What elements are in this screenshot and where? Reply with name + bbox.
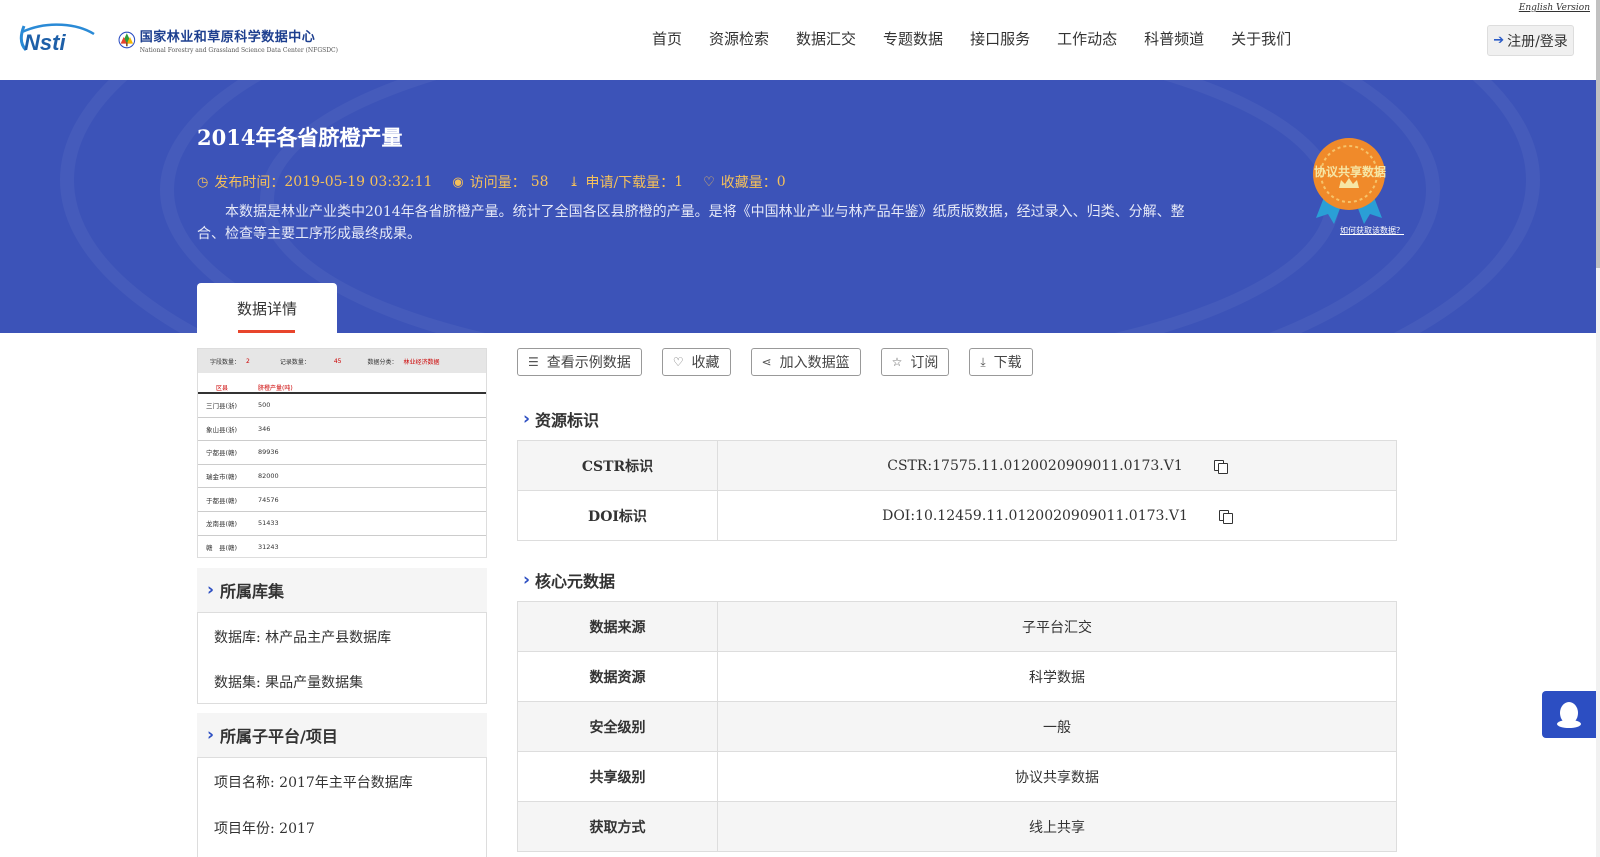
clock-icon: ◷: [197, 174, 209, 190]
qq-penguin-icon: [1557, 701, 1581, 728]
preview-row: 赣 县(赣) 31243: [198, 536, 486, 557]
share-icon: ⋖: [761, 355, 772, 369]
nav-home[interactable]: 首页: [652, 28, 682, 49]
main-nav: 首页 资源检索 数据汇交 专题数据 接口服务 工作动态 科普频道 关于我们: [652, 28, 1318, 49]
favorite-count: ♡ 收藏量： 0: [703, 174, 786, 191]
sign-in-icon: ➔: [1493, 33, 1505, 48]
preview-row: 瑞金市(赣) 82000: [198, 465, 486, 489]
heart-icon: ♡: [672, 355, 684, 369]
preview-row: 象山县(浙) 346: [198, 418, 486, 442]
library-database: 数据库: 林产品主产县数据库: [214, 630, 392, 646]
action-bar: ☰ 查看示例数据 ♡ 收藏 ⋖ 加入数据篮 ☆ 订阅 ⤓ 下载: [517, 348, 1053, 376]
nfgsdc-logo[interactable]: 国家林业和草原科学数据中心 National Forestry and Gras…: [118, 20, 338, 60]
chevron-right-icon: ›: [207, 580, 215, 600]
library-dataset: 数据集: 果品产量数据集: [214, 675, 364, 691]
project-year: 项目年份: 2017: [214, 821, 315, 837]
english-version-link[interactable]: English Version: [1519, 3, 1590, 13]
scrollbar-thumb[interactable]: [1596, 0, 1600, 268]
dataset-title: 2014年各省脐橙产量: [197, 125, 403, 150]
nav-api-service[interactable]: 接口服务: [970, 28, 1030, 49]
doi-value: DOI:10.12459.11.0120020909011.0173.V1: [882, 507, 1188, 524]
subscribe-button[interactable]: ☆ 订阅: [880, 348, 950, 376]
preview-row: 三门县(浙) 500: [198, 394, 486, 418]
favorite-button[interactable]: ♡ 收藏: [661, 348, 731, 376]
download-icon: ⤓: [568, 174, 580, 190]
nav-thematic-data[interactable]: 专题数据: [883, 28, 943, 49]
qq-chat-button[interactable]: [1542, 691, 1596, 738]
preview-rows: 三门县(浙) 500 象山县(浙) 346 宁都县(赣) 89936 瑞金市(赣) 82000…: [198, 394, 486, 557]
nav-resource-search[interactable]: 资源检索: [709, 28, 769, 49]
publish-time: ◷ 发布时间： 2019-05-19 03:32:11: [197, 174, 433, 191]
nav-science-channel[interactable]: 科普频道: [1144, 28, 1204, 49]
add-to-basket-button[interactable]: ⋖ 加入数据篮: [750, 348, 861, 376]
download-count: ⤓ 申请/下载量： 1: [568, 174, 684, 191]
agreement-share-badge-icon: [1313, 138, 1385, 224]
logo-title-en: National Forestry and Grassland Science …: [139, 47, 338, 54]
identifiers-table: CSTR标识 CSTR:17575.11.0120020909011.0173.…: [517, 440, 1397, 541]
preview-row: 于都县(赣) 74576: [198, 488, 486, 512]
data-preview-thumbnail[interactable]: 字段数量： 2 记录数量： 45 数据分类： 林业经济数据 区县 脐橙产量(吨)…: [197, 348, 487, 558]
preview-row: 龙南县(赣) 51433: [198, 512, 486, 536]
core-metadata-section-title: › 核心元数据: [523, 570, 616, 591]
chevron-right-icon: ›: [207, 725, 215, 745]
badge-label: 协议共享数据: [1313, 165, 1386, 179]
cstr-value: CSTR:17575.11.0120020909011.0173.V1: [887, 457, 1183, 474]
chevron-right-icon: ›: [523, 570, 531, 590]
tab-data-details[interactable]: 数据详情: [197, 283, 337, 333]
table-row: 数据资源 科学数据: [518, 652, 1396, 702]
nfgsdc-emblem-icon: [118, 31, 136, 49]
copy-icon[interactable]: [1218, 509, 1233, 524]
site-header: Nsti 国家林业和草原科学数据中心 National Forestry and…: [0, 0, 1600, 80]
library-box: 数据库: 林产品主产县数据库 数据集: 果品产量数据集: [197, 612, 487, 704]
dataset-banner: 2014年各省脐橙产量 ◷ 发布时间： 2019-05-19 03:32:11 …: [0, 80, 1596, 333]
identifiers-section-title: › 资源标识: [523, 409, 600, 430]
heart-icon: ♡: [703, 174, 715, 190]
preview-summary: 字段数量： 2 记录数量： 45 数据分类： 林业经济数据: [198, 349, 486, 373]
logo-title-cn: 国家林业和草原科学数据中心: [139, 30, 316, 45]
nav-data-submission[interactable]: 数据汇交: [796, 28, 856, 49]
chevron-right-icon: ›: [523, 409, 531, 429]
table-row: 共享级别 协议共享数据: [518, 752, 1396, 802]
download-icon: ⤓: [980, 354, 986, 369]
core-metadata-table: 数据来源 子平台汇交 数据资源 科学数据 安全级别 一般 共享级别 协议共享数据…: [517, 601, 1397, 852]
visit-count: ◉ 访问量： 58: [452, 174, 549, 191]
page-scrollbar[interactable]: [1596, 0, 1600, 857]
table-row: DOI标识 DOI:10.12459.11.0120020909011.0173…: [518, 491, 1396, 541]
download-button[interactable]: ⤓ 下载: [969, 348, 1033, 376]
copy-icon[interactable]: [1213, 459, 1228, 474]
dataset-meta: ◷ 发布时间： 2019-05-19 03:32:11 ◉ 访问量： 58 ⤓ …: [197, 172, 806, 192]
login-register-button[interactable]: ➔ 注册/登录: [1487, 25, 1574, 56]
nsti-logo[interactable]: Nsti: [18, 22, 98, 56]
dataset-description: 本数据是林业产业类中2014年各省脐橙产量。统计了全国各区县脐橙的产量。是将《中…: [197, 204, 1185, 242]
platform-box: 项目名称: 2017年主平台数据库 项目年份: 2017: [197, 757, 487, 857]
platform-section-title: › 所属子平台/项目: [197, 713, 487, 757]
project-name: 项目名称: 2017年主平台数据库: [214, 775, 413, 791]
library-section-title: › 所属库集: [197, 568, 487, 612]
database-icon: ☰: [528, 355, 539, 369]
table-row: 数据来源 子平台汇交: [518, 602, 1396, 652]
table-row: CSTR标识 CSTR:17575.11.0120020909011.0173.…: [518, 441, 1396, 491]
view-sample-button[interactable]: ☰ 查看示例数据: [517, 348, 642, 376]
preview-row: 宁都县(赣) 89936: [198, 441, 486, 465]
table-row: 安全级别 一般: [518, 702, 1396, 752]
preview-columns: 区县 脐橙产量(吨): [198, 374, 486, 394]
nav-about-us[interactable]: 关于我们: [1231, 28, 1291, 49]
eye-icon: ◉: [452, 174, 464, 190]
table-row: 获取方式 线上共享: [518, 802, 1396, 852]
nav-news[interactable]: 工作动态: [1057, 28, 1117, 49]
how-to-get-data-link[interactable]: 如何获取该数据？: [1340, 225, 1404, 236]
svg-text:Nsti: Nsti: [24, 30, 66, 55]
star-icon: ☆: [891, 355, 903, 369]
